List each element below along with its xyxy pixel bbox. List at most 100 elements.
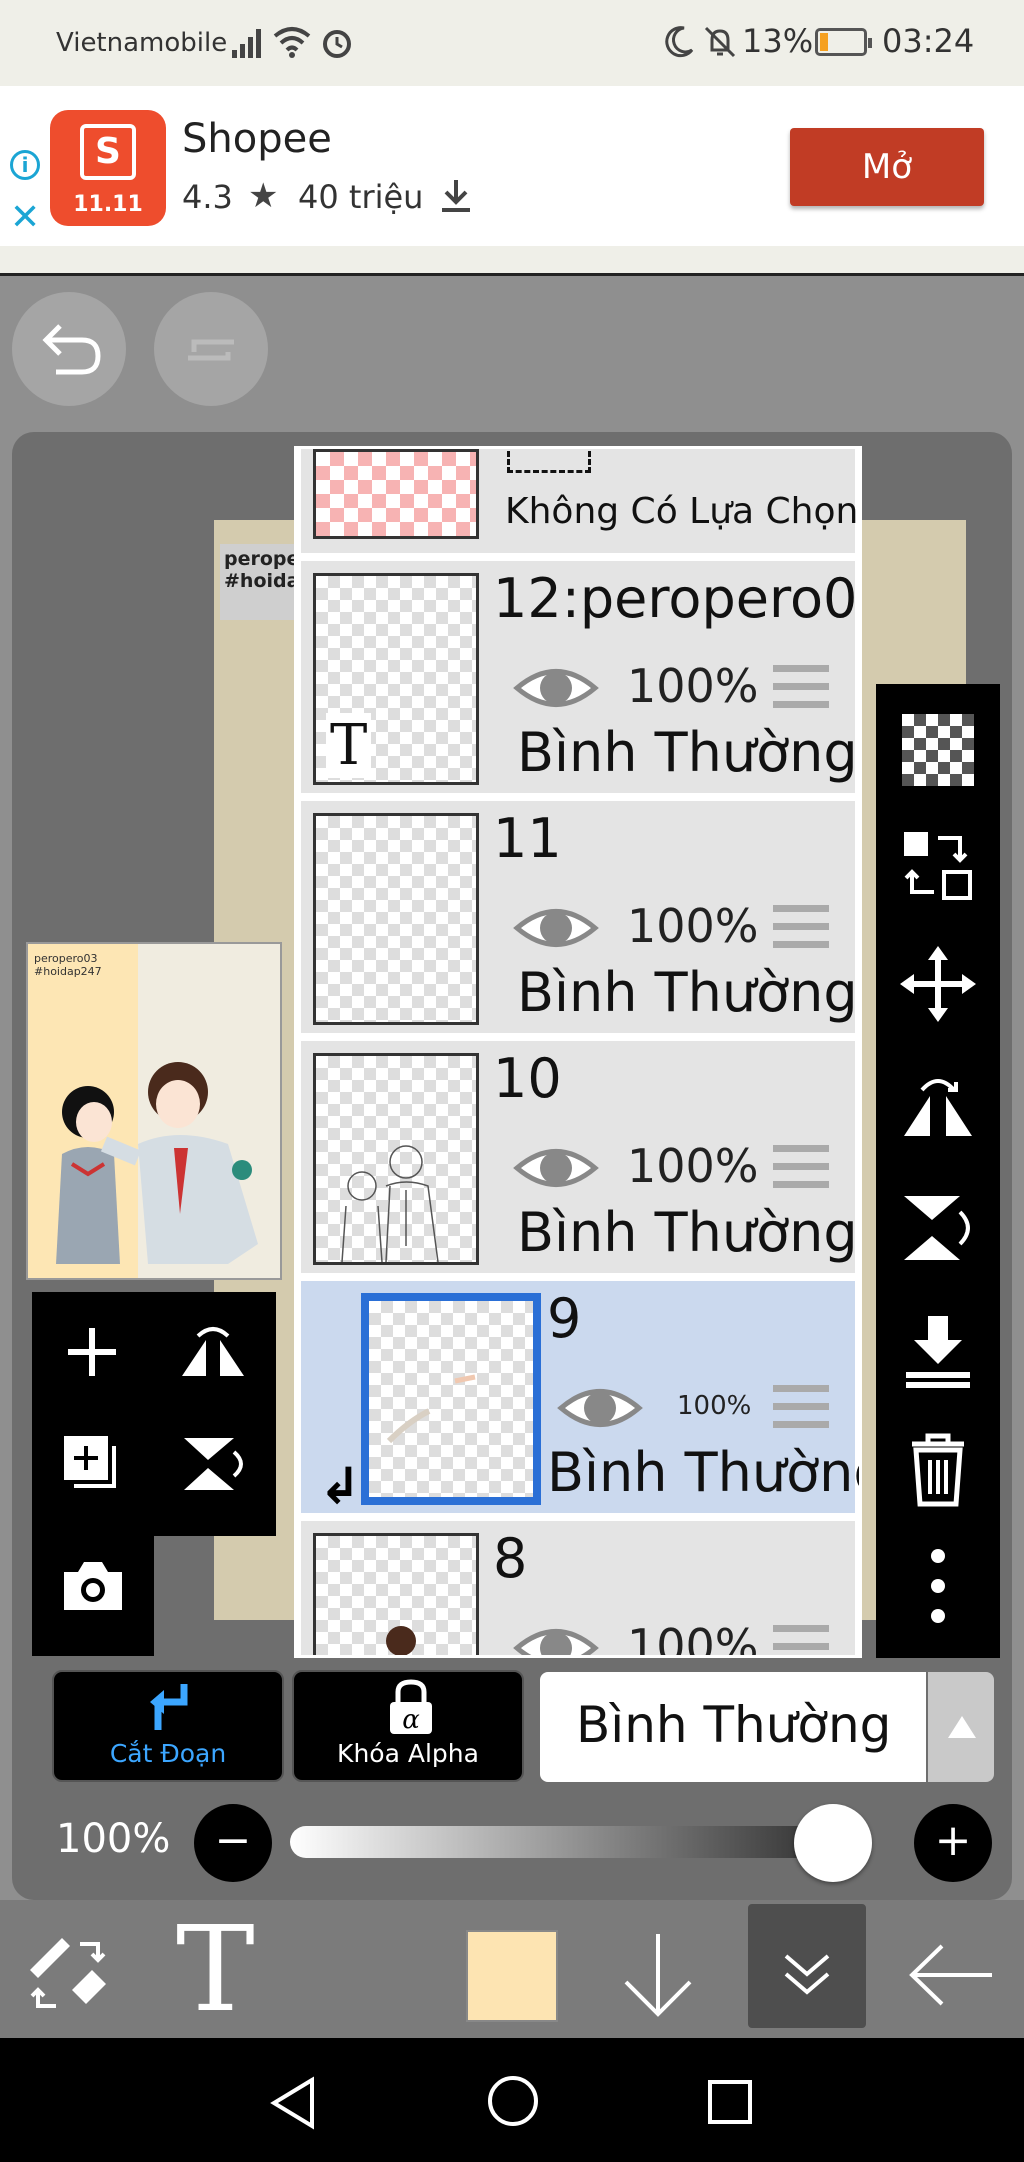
flip-horizontal-icon[interactable] [898, 1066, 978, 1146]
wifi-icon [273, 27, 311, 58]
nav-home-icon[interactable] [486, 2074, 540, 2128]
blend-mode-select[interactable]: Bình Thường [540, 1672, 926, 1782]
layer-opacity: 100% [627, 899, 759, 953]
visibility-eye-icon[interactable] [513, 901, 599, 955]
redo-icon [188, 339, 234, 361]
flip-vertical-icon[interactable] [898, 1188, 978, 1268]
redo-button[interactable] [154, 292, 268, 406]
bell-off-icon [704, 26, 736, 58]
layer-name: 9 [547, 1287, 582, 1350]
text-tool-button[interactable]: T [176, 1904, 255, 2034]
layer-opacity: 100% [627, 1619, 759, 1658]
back-arrow-icon[interactable] [906, 1940, 996, 2010]
layer-name: 8 [493, 1527, 528, 1590]
layer-name: 10 [493, 1047, 562, 1110]
drag-handle-icon[interactable] [773, 1385, 829, 1439]
hair-thumbnail [386, 1626, 416, 1655]
layer-row-11[interactable]: 11 100% Bình Thường [301, 801, 858, 1037]
delete-trash-icon[interactable] [898, 1428, 978, 1508]
opacity-slider[interactable] [290, 1826, 868, 1858]
layer-name: 11 [493, 807, 562, 870]
drag-handle-icon[interactable] [773, 905, 829, 959]
clipping-icon [150, 1684, 188, 1730]
layer-blend-mode: Bình Thường [547, 1441, 862, 1504]
layer-tools [32, 1292, 276, 1656]
visibility-eye-icon[interactable] [557, 1381, 643, 1435]
merge-down-icon[interactable] [898, 1310, 978, 1390]
alpha-lock-button[interactable]: α Khóa Alpha [292, 1670, 524, 1782]
layer-name: 12:peropero03 [493, 567, 862, 630]
arrow-down-icon[interactable] [618, 1930, 698, 2020]
layer-blend-mode: Bình Thường [517, 961, 858, 1024]
layer-row-12[interactable]: T 12:peropero03 100% Bình Thường [301, 561, 859, 797]
layer-opacity: 100% [677, 1391, 752, 1421]
ad-info-icon[interactable]: i [10, 150, 40, 180]
camera-icon[interactable] [60, 1556, 126, 1616]
drag-handle-icon[interactable] [773, 1625, 829, 1655]
navigation-bar [0, 2038, 1024, 2162]
more-options-icon[interactable] [898, 1546, 978, 1626]
preview-artwork [56, 1062, 258, 1264]
clipping-button[interactable]: Cắt Đoạn [52, 1670, 284, 1782]
status-bar: Vietnamobile 13% 03:24 [0, 0, 1024, 86]
nav-recents-icon[interactable] [706, 2078, 754, 2126]
flip-layer-vertical-icon[interactable] [178, 1432, 248, 1496]
layer-thumbnail [313, 1053, 479, 1265]
alarm-icon [323, 30, 351, 58]
visibility-eye-icon[interactable] [513, 1141, 599, 1195]
visibility-eye-icon[interactable] [513, 1621, 599, 1658]
layer-row-8[interactable]: 8 100% [301, 1521, 855, 1658]
bottom-toolbar: T [0, 1900, 1024, 2038]
layers-tab-button[interactable] [748, 1904, 866, 2028]
svg-text:α: α [402, 1705, 420, 1735]
blend-mode-dropdown-icon[interactable] [928, 1672, 994, 1782]
ad-divider [0, 246, 1024, 276]
move-icon[interactable] [898, 944, 978, 1024]
ad-open-button[interactable]: Mở [790, 128, 984, 206]
selection-marquee-icon [507, 451, 591, 473]
battery-percent: 13% [742, 22, 814, 60]
undo-icon [42, 324, 101, 375]
shading-thumbnail [386, 1374, 476, 1444]
ad-rating: 4.3 [182, 178, 233, 216]
opacity-slider-handle[interactable] [794, 1804, 872, 1882]
battery-icon [815, 28, 872, 56]
drag-handle-icon[interactable] [773, 1145, 829, 1199]
add-layer-icon[interactable] [60, 1320, 124, 1384]
undo-button[interactable] [12, 292, 126, 406]
clipping-label: Cắt Đoạn [109, 1739, 227, 1768]
moon-icon [665, 26, 694, 58]
layers-panel[interactable]: Không Có Lựa Chọn T 12:peropero03 100% B… [294, 446, 862, 1658]
ad-banner[interactable]: i ✕ S 11.11 Shopee 4.3 ★ 40 triệu Mở [0, 86, 1024, 246]
opacity-decrease-button[interactable]: − [194, 1804, 272, 1882]
chevron-double-down-icon [784, 1954, 830, 1995]
ad-app-name: Shopee [182, 116, 332, 162]
selection-label: Không Có Lựa Chọn [505, 491, 859, 532]
opacity-increase-button[interactable]: + [914, 1804, 992, 1882]
selection-layer[interactable]: Không Có Lựa Chọn [301, 449, 859, 557]
brush-eraser-swap-icon[interactable] [22, 1930, 118, 2020]
ad-close-icon[interactable]: ✕ [10, 200, 40, 236]
layer-thumbnail [361, 1293, 541, 1505]
layer-blend-mode: Bình Thường [517, 1201, 858, 1264]
canvas-preview[interactable]: peropero03 #hoidap247 [26, 942, 282, 1280]
layer-row-9[interactable]: ↲ 9 100% Bình Thường [301, 1281, 859, 1517]
signal-icon [232, 29, 261, 58]
lock-alpha-icon: α [390, 1679, 432, 1735]
nav-back-icon[interactable] [268, 2076, 318, 2130]
canvas-watermark: peropero03 #hoidap247 [220, 544, 304, 620]
ad-downloads: 40 triệu [298, 178, 424, 216]
flip-layer-horizontal-icon[interactable] [178, 1320, 248, 1384]
clock: 03:24 [882, 22, 975, 60]
alpha-lock-label: Khóa Alpha [337, 1739, 479, 1768]
transparency-checker-icon[interactable] [898, 710, 978, 790]
color-swatch-button[interactable] [466, 1930, 558, 2022]
shopping-bag-icon: S [80, 124, 136, 180]
layer-row-10[interactable]: 10 100% Bình Thường [301, 1041, 858, 1277]
drag-handle-icon[interactable] [773, 665, 829, 719]
duplicate-layer-icon[interactable] [60, 1432, 124, 1496]
move-to-layer-icon[interactable] [898, 826, 978, 906]
visibility-eye-icon[interactable] [513, 661, 599, 715]
right-toolbar [876, 684, 1000, 1658]
star-icon: ★ [248, 176, 279, 216]
